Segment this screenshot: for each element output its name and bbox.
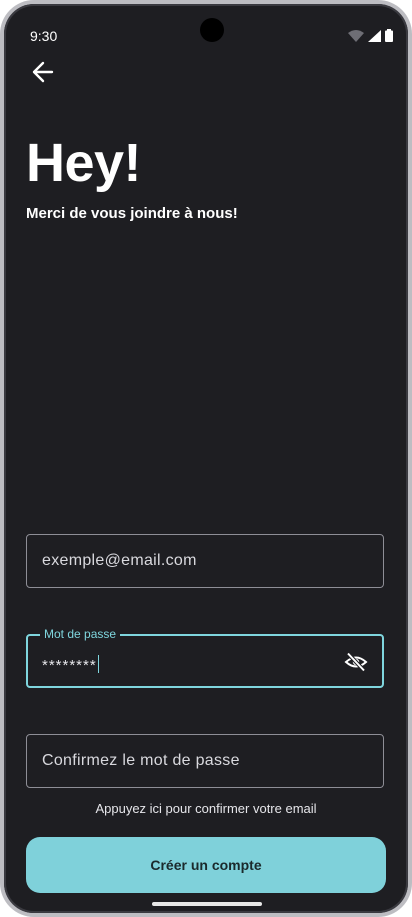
- back-button[interactable]: [28, 56, 60, 88]
- page-title: Hey!: [26, 133, 142, 193]
- password-label: Mot de passe: [40, 627, 121, 641]
- status-time: 9:30: [30, 28, 58, 44]
- device-frame: 9:30 Hey! Merci de vous joindre à nous!: [0, 0, 412, 917]
- eye-off-icon: [344, 652, 368, 672]
- password-value[interactable]: ********: [42, 655, 99, 674]
- text-caret: [97, 655, 99, 673]
- email-field[interactable]: [26, 534, 384, 588]
- email-input[interactable]: [27, 535, 383, 587]
- arrow-left-icon: [32, 61, 54, 83]
- confirm-password-field[interactable]: [26, 734, 384, 788]
- wifi-icon: [348, 30, 364, 42]
- battery-icon: [385, 29, 393, 42]
- status-icons: [348, 29, 393, 42]
- password-field[interactable]: Mot de passe ********: [26, 627, 384, 688]
- app-screen: 9:30 Hey! Merci de vous joindre à nous!: [4, 4, 408, 913]
- signal-icon: [368, 30, 381, 42]
- page-subtitle: Merci de vous joindre à nous!: [26, 205, 238, 222]
- home-indicator[interactable]: [152, 902, 262, 906]
- camera-cutout: [200, 18, 224, 42]
- confirm-email-link[interactable]: Appuyez ici pour confirmer votre email: [4, 801, 408, 816]
- password-visibility-toggle[interactable]: [344, 650, 368, 674]
- create-account-button[interactable]: Créer un compte: [26, 837, 386, 893]
- confirm-password-input[interactable]: [27, 735, 383, 787]
